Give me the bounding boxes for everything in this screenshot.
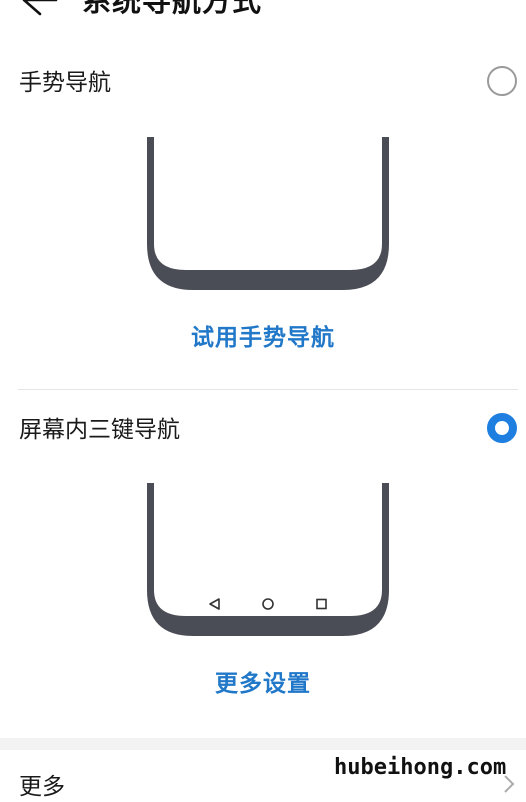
- radio-three-key-navigation[interactable]: [487, 413, 517, 443]
- option-label: 手势导航: [19, 70, 111, 96]
- divider: [18, 389, 518, 390]
- gesture-phone-illustration: [140, 132, 396, 292]
- more-settings-link[interactable]: 更多设置: [0, 669, 526, 699]
- page-title: 系统导航方式: [82, 0, 263, 18]
- arrow-left-icon[interactable]: [14, 0, 58, 18]
- section-gap: [0, 738, 526, 750]
- try-gesture-navigation-link[interactable]: 试用手势导航: [0, 323, 526, 353]
- watermark: hubeihong.com: [334, 755, 507, 780]
- recents-square-icon: [316, 598, 327, 610]
- three-key-phone-illustration: [140, 478, 396, 638]
- option-label: 屏幕内三键导航: [19, 417, 180, 443]
- radio-gesture-navigation[interactable]: [487, 66, 517, 96]
- more-label: 更多: [19, 774, 65, 800]
- option-gesture-navigation[interactable]: 手势导航: [0, 58, 526, 108]
- option-three-key-navigation[interactable]: 屏幕内三键导航: [0, 405, 526, 455]
- back-triangle-icon: [209, 598, 220, 610]
- header: 系统导航方式: [0, 0, 526, 30]
- home-circle-icon: [262, 598, 274, 610]
